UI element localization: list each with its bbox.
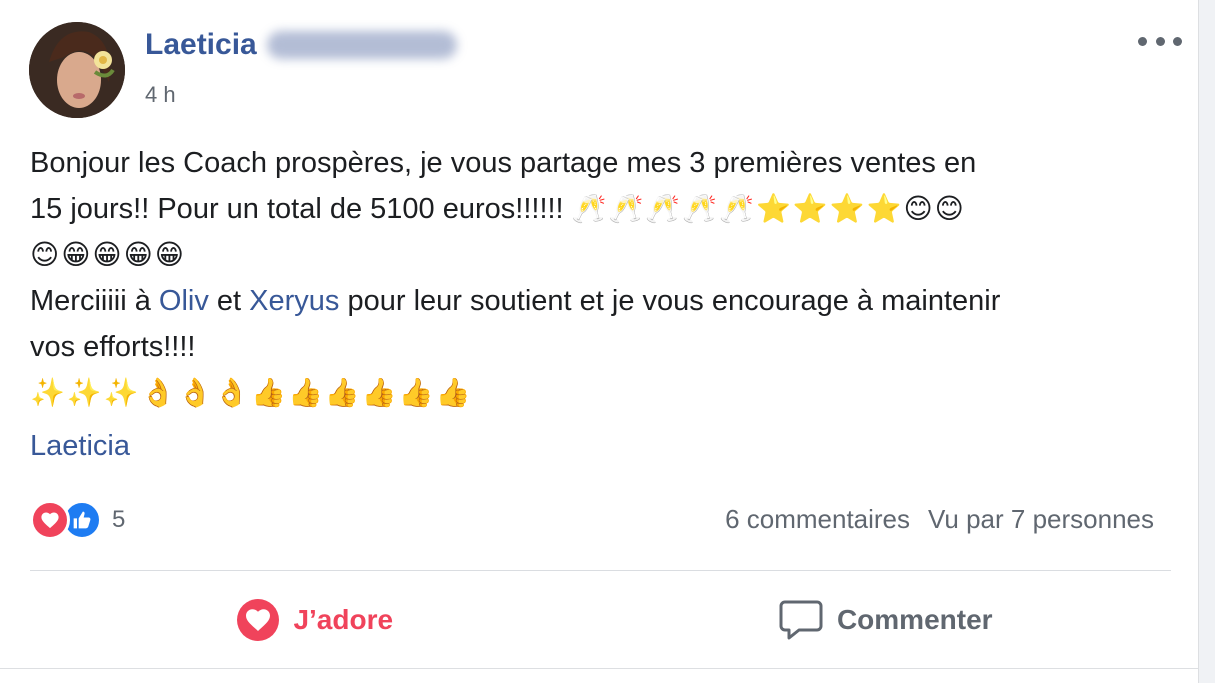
post-body: Bonjour les Coach prospères, je vous par… [30, 140, 1170, 416]
action-bar: J’adore Commenter [30, 580, 1171, 660]
speech-bubble-icon [779, 599, 823, 641]
comments-count-link[interactable]: 6 commentaires [725, 504, 910, 535]
author-first-name[interactable]: Laeticia [145, 28, 257, 62]
post-text-line: Merciiiii à Oliv et Xeryus pour leur sou… [30, 278, 1170, 324]
dot-icon [1173, 36, 1182, 46]
author-name[interactable]: Laeticia [145, 28, 457, 62]
divider [0, 668, 1199, 669]
post-text-fragment: Merciiiii à [30, 285, 159, 317]
reactions-summary[interactable]: 5 [30, 500, 125, 540]
love-button-label: J’adore [293, 604, 394, 635]
emoji-sequence: ✨✨✨👌👌👌👍👍👍👍👍👍 [30, 376, 473, 409]
dot-icon [1138, 36, 1147, 46]
reaction-count: 5 [112, 506, 126, 533]
post-text-fragment: et [208, 285, 250, 317]
post-timestamp[interactable]: 4 h [145, 82, 176, 108]
post-text-line: 15 jours!! Pour un total de 5100 euros!!… [30, 186, 1170, 232]
more-options-button[interactable] [1138, 30, 1182, 52]
mention-link[interactable]: Oliv [159, 285, 209, 317]
post-card: Laeticia 4 h Bonjour les Coach prospères… [0, 0, 1199, 683]
comment-button-label: Commenter [836, 604, 993, 635]
avatar[interactable] [29, 22, 125, 118]
post-text-line: vos efforts!!!! [30, 331, 196, 363]
blurred-surname [266, 31, 457, 59]
divider [30, 570, 1171, 571]
heart-icon [30, 500, 70, 540]
emoji-sequence: 🥂🥂🥂🥂🥂⭐⭐⭐⭐😊😊 [571, 192, 966, 225]
post-text-line: Bonjour les Coach prospères, je vous par… [30, 147, 977, 179]
post-text-fragment: pour leur soutient et je vous encourage … [339, 285, 1001, 317]
emoji-sequence: 😊😁😁😁😁 [30, 238, 186, 271]
mention-link[interactable]: Xeryus [249, 285, 339, 317]
post-stats: 6 commentaires Vu par 7 personnes [725, 504, 1154, 535]
love-button[interactable]: J’adore [30, 580, 601, 660]
comment-button[interactable]: Commenter [601, 580, 1172, 660]
signature-link[interactable]: Laeticia [30, 430, 130, 463]
post-text-fragment: 15 jours!! Pour un total de 5100 euros!!… [30, 193, 572, 225]
avatar-photo [29, 22, 125, 118]
dot-icon [1155, 36, 1165, 46]
heart-icon [237, 599, 280, 641]
seen-by-link[interactable]: Vu par 7 personnes [928, 504, 1154, 535]
